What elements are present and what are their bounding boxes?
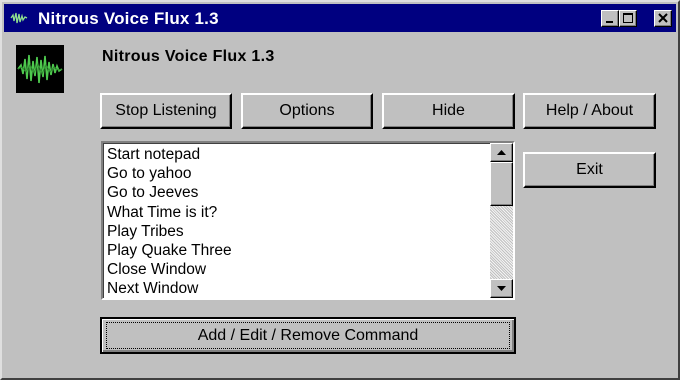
list-item[interactable]: Start notepad xyxy=(107,145,232,164)
stop-listening-label: Stop Listening xyxy=(115,102,217,119)
exit-label: Exit xyxy=(576,161,603,178)
maximize-button[interactable] xyxy=(619,10,637,27)
list-item[interactable]: Go to Jeeves xyxy=(107,183,232,202)
waveform-icon xyxy=(10,10,28,26)
scroll-down-button[interactable] xyxy=(490,279,513,298)
arrow-down-icon xyxy=(497,286,506,291)
list-item[interactable]: Next Window xyxy=(107,279,232,298)
close-button[interactable] xyxy=(654,10,672,27)
options-label: Options xyxy=(279,102,335,119)
list-item[interactable]: What Time is it? xyxy=(107,203,232,222)
waveform-icon xyxy=(16,45,64,93)
app-title: Nitrous Voice Flux 1.3 xyxy=(102,48,275,65)
list-item[interactable]: Close Window xyxy=(107,260,232,279)
list-item[interactable]: Play Quake Three xyxy=(107,241,232,260)
help-about-label: Help / About xyxy=(545,102,634,119)
scroll-up-button[interactable] xyxy=(490,143,513,162)
command-listbox[interactable]: Start notepad Go to yahoo Go to Jeeves W… xyxy=(101,141,515,300)
app-logo xyxy=(16,45,64,93)
list-item[interactable]: Go to yahoo xyxy=(107,164,232,183)
command-list: Start notepad Go to yahoo Go to Jeeves W… xyxy=(107,145,232,298)
stop-listening-button[interactable]: Stop Listening xyxy=(100,93,232,129)
vertical-scrollbar[interactable] xyxy=(490,143,513,298)
arrow-up-icon xyxy=(497,150,506,155)
options-button[interactable]: Options xyxy=(241,93,373,129)
maximize-icon xyxy=(623,13,633,23)
minimize-icon xyxy=(606,21,613,23)
main-window: Nitrous Voice Flux 1.3 Nitrous Voice Flu… xyxy=(0,0,680,380)
close-icon xyxy=(658,13,668,23)
title-bar[interactable]: Nitrous Voice Flux 1.3 xyxy=(4,4,676,32)
list-item[interactable]: Play Tribes xyxy=(107,222,232,241)
hide-button[interactable]: Hide xyxy=(382,93,515,129)
minimize-button[interactable] xyxy=(601,10,619,27)
hide-label: Hide xyxy=(432,102,465,119)
scroll-thumb[interactable] xyxy=(490,162,513,206)
exit-button[interactable]: Exit xyxy=(523,152,656,188)
focus-outline xyxy=(106,322,510,349)
window-title: Nitrous Voice Flux 1.3 xyxy=(38,9,219,28)
add-edit-remove-command-button[interactable]: Add / Edit / Remove Command xyxy=(100,317,516,354)
help-about-button[interactable]: Help / About xyxy=(523,93,656,129)
